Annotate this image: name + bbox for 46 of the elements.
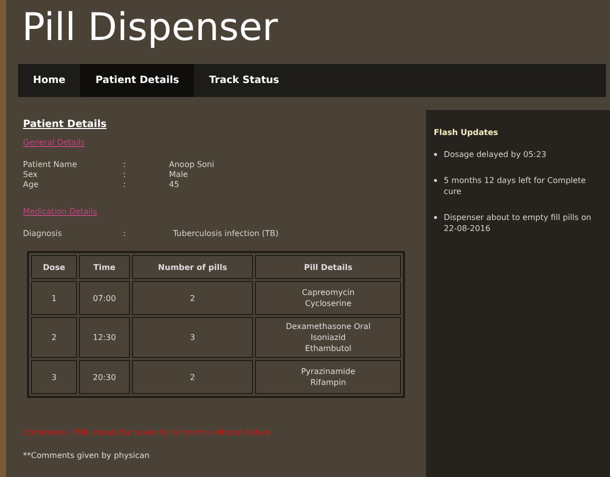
sidebar-title: Flash Updates xyxy=(434,128,500,137)
pill-name: Pyrazinamide xyxy=(300,366,356,377)
column-header: Pill Details xyxy=(255,255,401,279)
separator: : xyxy=(123,160,127,170)
table-cell: 2 xyxy=(31,317,77,358)
pill-name: Cycloserine xyxy=(304,298,352,309)
comment-text: Comments : Pills should be taken for 6 months without failure. xyxy=(23,428,274,437)
separator: : xyxy=(123,229,127,239)
table-cell: 2 xyxy=(132,360,254,394)
column-header: Time xyxy=(79,255,130,279)
column-header: Dose xyxy=(31,255,77,279)
field-value: Anoop Soni xyxy=(169,160,214,170)
field-value: Male xyxy=(169,170,188,180)
table-cell: 2 xyxy=(132,281,254,315)
field-value: Tuberculosis infection (TB) xyxy=(173,229,278,239)
pill-name: Capreomycin xyxy=(300,287,356,298)
separator: : xyxy=(123,180,127,190)
column-header: Number of pills xyxy=(132,255,254,279)
bullet-icon xyxy=(434,179,437,182)
table-cell: 12:30 xyxy=(79,317,130,358)
table-cell: 1 xyxy=(31,281,77,315)
field-label: Patient Name xyxy=(23,160,78,170)
nav-tab[interactable]: Track Status xyxy=(194,64,294,97)
bullet-icon xyxy=(434,216,437,219)
pill-name: Rifampin xyxy=(309,377,348,388)
nav-tab[interactable]: Patient Details xyxy=(80,64,194,97)
site-title: Pill Dispenser xyxy=(21,4,279,51)
bullet-icon xyxy=(434,153,437,156)
pill-name: Isoniazid xyxy=(310,332,347,343)
section-heading: Patient Details xyxy=(23,119,108,130)
field-label: Diagnosis xyxy=(23,229,63,239)
table-cell: 3 xyxy=(132,317,254,358)
field-label: Sex xyxy=(23,170,39,180)
field-label: Age xyxy=(23,180,40,190)
pill-name: Ethambutol xyxy=(304,343,352,354)
update-text: 5 months 12 days left for Complete cure xyxy=(444,175,587,197)
table-cell: 20:30 xyxy=(79,360,130,394)
nav-tab[interactable]: Home xyxy=(18,64,80,97)
update-text: Dispenser about to empty fill pills on 22-08-2016 xyxy=(444,212,592,234)
footnote-text: **Comments given by physican xyxy=(23,451,150,460)
field-value: 45 xyxy=(169,180,180,190)
pill-name: Dexamethasone Oral xyxy=(284,321,372,332)
table-cell: 07:00 xyxy=(79,281,130,315)
table-cell: 3 xyxy=(31,360,77,394)
separator: : xyxy=(123,170,127,180)
update-text: Dosage delayed by 05:23 xyxy=(444,149,546,160)
